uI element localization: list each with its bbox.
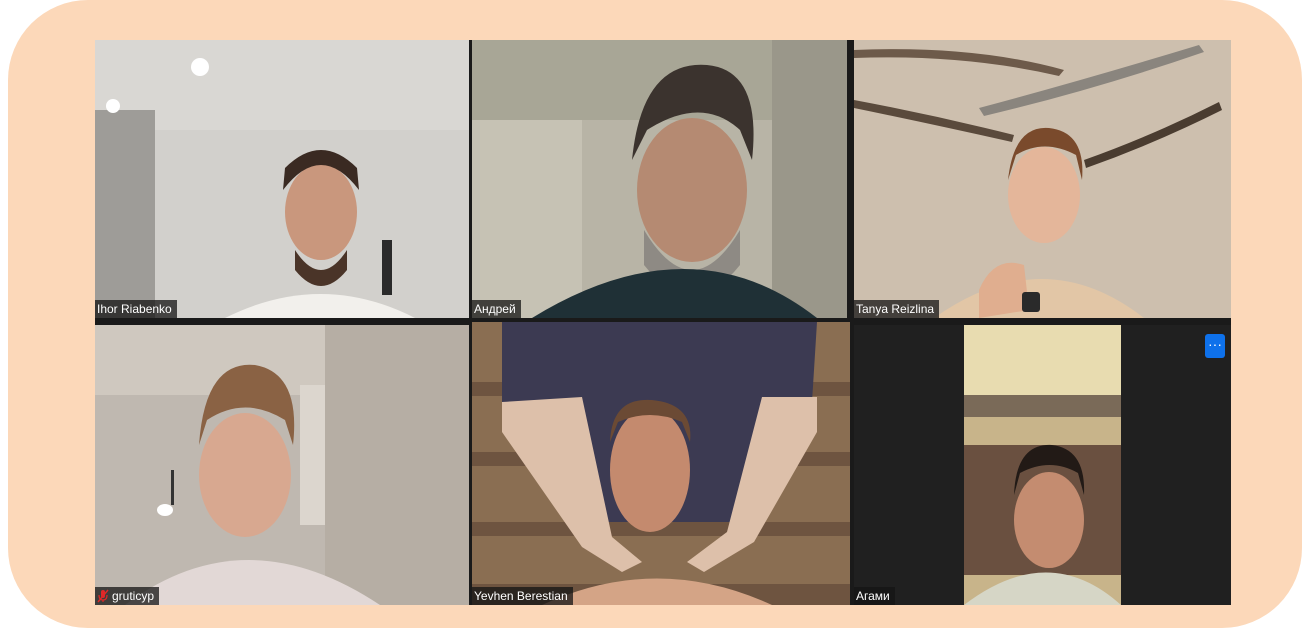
video-feed-agami <box>854 325 1231 605</box>
participant-name-tag: Андрей <box>472 300 521 318</box>
video-feed-tanya-reizlina <box>854 40 1231 318</box>
video-feed-gruticyp <box>95 325 469 605</box>
video-feed-ihor-riabenko <box>95 40 469 318</box>
participant-name: Yevhen Berestian <box>474 589 568 603</box>
video-tile-agami[interactable]: ··· Агами <box>854 325 1231 605</box>
participant-name: Андрей <box>474 302 516 316</box>
peach-rounded-frame: Ihor Riabenko Андрей Tanya Reizlina grut… <box>8 0 1302 628</box>
video-tile-yevhen-berestian[interactable]: Yevhen Berestian <box>472 322 850 605</box>
mic-muted-icon <box>97 589 109 603</box>
participant-name: gruticyp <box>112 589 155 603</box>
video-gallery-grid: Ihor Riabenko Андрей Tanya Reizlina grut… <box>95 40 1231 605</box>
video-tile-ihor-riabenko[interactable]: Ihor Riabenko <box>95 40 469 318</box>
participant-name: Ihor Riabenko <box>97 302 172 316</box>
participant-name: Агами <box>856 589 890 603</box>
video-tile-andrei[interactable]: Андрей <box>472 40 847 318</box>
video-tile-gruticyp[interactable]: gruticyp <box>95 325 469 605</box>
participant-name-tag: Yevhen Berestian <box>472 587 573 605</box>
video-feed-andrei <box>472 40 847 318</box>
participant-name-tag: Ihor Riabenko <box>95 300 177 318</box>
participant-name-tag: gruticyp <box>95 587 160 605</box>
participant-name-tag: Агами <box>854 587 895 605</box>
participant-name: Tanya Reizlina <box>856 302 935 316</box>
ellipsis-icon: ··· <box>1208 336 1222 352</box>
participant-name-tag: Tanya Reizlina <box>854 300 940 318</box>
video-tile-tanya-reizlina[interactable]: Tanya Reizlina <box>854 40 1231 318</box>
video-feed-yevhen-berestian <box>472 322 850 605</box>
more-options-button[interactable]: ··· <box>1205 334 1225 358</box>
